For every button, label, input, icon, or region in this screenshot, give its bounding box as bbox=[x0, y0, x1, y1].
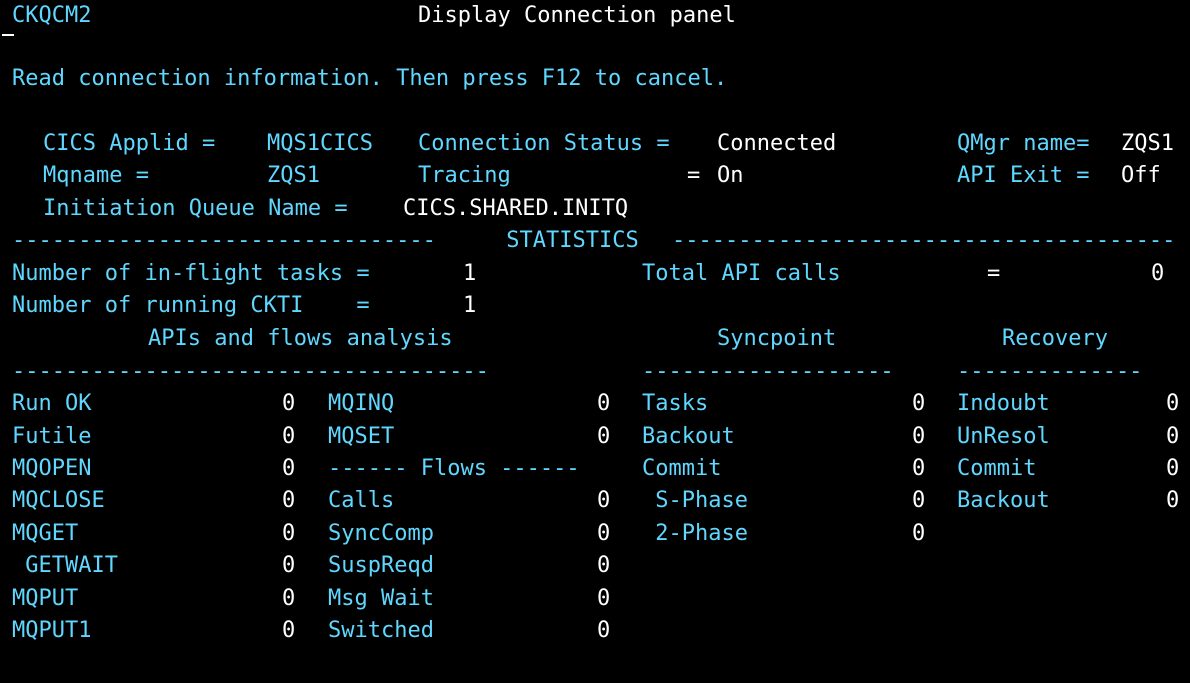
syncpoint-value: 0 bbox=[912, 424, 926, 449]
api-value: 0 bbox=[282, 488, 296, 513]
api-label: MQGET bbox=[12, 521, 79, 546]
qmgr-value: ZQS1 bbox=[1121, 131, 1174, 156]
api-exit-label: API Exit = bbox=[957, 163, 1090, 188]
syncpoint-label: Backout bbox=[642, 424, 735, 449]
flow-label: Switched bbox=[328, 618, 434, 643]
api-value: 0 bbox=[282, 586, 296, 611]
api-label: Run OK bbox=[12, 391, 92, 416]
api2-value: 0 bbox=[597, 424, 611, 449]
syncpoint-divider: ------------------- bbox=[642, 359, 894, 384]
total-api-calls-value: 0 bbox=[1151, 261, 1165, 286]
applid-label: CICS Applid = bbox=[43, 131, 216, 156]
recovery-label: Backout bbox=[957, 488, 1050, 513]
total-api-calls-label: Total API calls bbox=[642, 261, 841, 286]
apis-divider: ------------------------------------ bbox=[12, 359, 489, 384]
instruction-text: Read connection information. Then press … bbox=[12, 66, 728, 91]
apis-heading: APIs and flows analysis bbox=[148, 326, 453, 351]
syncpoint-heading: Syncpoint bbox=[717, 326, 837, 351]
statistics-banner-label: STATISTICS bbox=[493, 228, 652, 253]
api-label: MQPUT1 bbox=[12, 618, 92, 643]
syncpoint-label: S-Phase bbox=[642, 488, 748, 513]
api-value: 0 bbox=[282, 553, 296, 578]
flow-value: 0 bbox=[597, 488, 611, 513]
syncpoint-label: Commit bbox=[642, 456, 722, 481]
tracing-equals: = bbox=[687, 163, 701, 188]
api-exit-value: Off bbox=[1121, 163, 1161, 188]
flows-heading: ------ Flows ------ bbox=[328, 456, 580, 481]
statistics-banner-left: -------------------------------- bbox=[12, 228, 436, 253]
mqname-label: Mqname = bbox=[43, 163, 149, 188]
applid-value: MQS1CICS bbox=[267, 131, 373, 156]
api-label: Futile bbox=[12, 424, 92, 449]
initq-label: Initiation Queue Name = bbox=[43, 196, 348, 221]
qmgr-label: QMgr name= bbox=[957, 131, 1090, 156]
tracing-value: On bbox=[717, 163, 744, 188]
connection-status-label: Connection Status = bbox=[418, 131, 670, 156]
syncpoint-value: 0 bbox=[912, 488, 926, 513]
api-value: 0 bbox=[282, 618, 296, 643]
terminal-cursor bbox=[2, 34, 14, 36]
flow-label: SuspReqd bbox=[328, 553, 434, 578]
syncpoint-label: Tasks bbox=[642, 391, 709, 416]
recovery-value: 0 bbox=[1166, 424, 1180, 449]
flow-value: 0 bbox=[597, 521, 611, 546]
flow-value: 0 bbox=[597, 586, 611, 611]
syncpoint-label: 2-Phase bbox=[642, 521, 748, 546]
inflight-tasks-value: 1 bbox=[463, 261, 477, 286]
recovery-heading: Recovery bbox=[1002, 326, 1108, 351]
api-label: MQOPEN bbox=[12, 456, 92, 481]
statistics-banner-right: -------------------------------------- bbox=[672, 228, 1176, 253]
flow-value: 0 bbox=[597, 553, 611, 578]
recovery-label: Indoubt bbox=[957, 391, 1050, 416]
recovery-value: 0 bbox=[1166, 488, 1180, 513]
api2-label: MQINQ bbox=[328, 391, 395, 416]
api2-value: 0 bbox=[597, 391, 611, 416]
api-label: GETWAIT bbox=[12, 553, 118, 578]
total-api-calls-equals: = bbox=[987, 261, 1001, 286]
recovery-divider: -------------- bbox=[957, 359, 1143, 384]
transaction-id: CKQCM2 bbox=[12, 3, 92, 28]
flow-label: Msg Wait bbox=[328, 586, 434, 611]
syncpoint-value: 0 bbox=[912, 456, 926, 481]
initq-value: CICS.SHARED.INITQ bbox=[403, 196, 629, 221]
connection-status-value: Connected bbox=[717, 131, 837, 156]
recovery-label: UnResol bbox=[957, 424, 1050, 449]
running-ckti-value: 1 bbox=[463, 293, 477, 318]
mqname-value: ZQS1 bbox=[267, 163, 320, 188]
tracing-label: Tracing bbox=[418, 163, 511, 188]
inflight-tasks-label: Number of in-flight tasks = bbox=[12, 261, 370, 286]
recovery-value: 0 bbox=[1166, 456, 1180, 481]
recovery-value: 0 bbox=[1166, 391, 1180, 416]
syncpoint-value: 0 bbox=[912, 521, 926, 546]
panel-title: Display Connection panel bbox=[418, 3, 736, 28]
api-label: MQPUT bbox=[12, 586, 79, 611]
api2-label: MQSET bbox=[328, 424, 395, 449]
syncpoint-value: 0 bbox=[912, 391, 926, 416]
api-value: 0 bbox=[282, 456, 296, 481]
api-value: 0 bbox=[282, 391, 296, 416]
api-value: 0 bbox=[282, 424, 296, 449]
running-ckti-label: Number of running CKTI = bbox=[12, 293, 370, 318]
api-value: 0 bbox=[282, 521, 296, 546]
recovery-label: Commit bbox=[957, 456, 1037, 481]
api-label: MQCLOSE bbox=[12, 488, 105, 513]
flow-label: Calls bbox=[328, 488, 395, 513]
flow-label: SyncComp bbox=[328, 521, 434, 546]
flow-value: 0 bbox=[597, 618, 611, 643]
